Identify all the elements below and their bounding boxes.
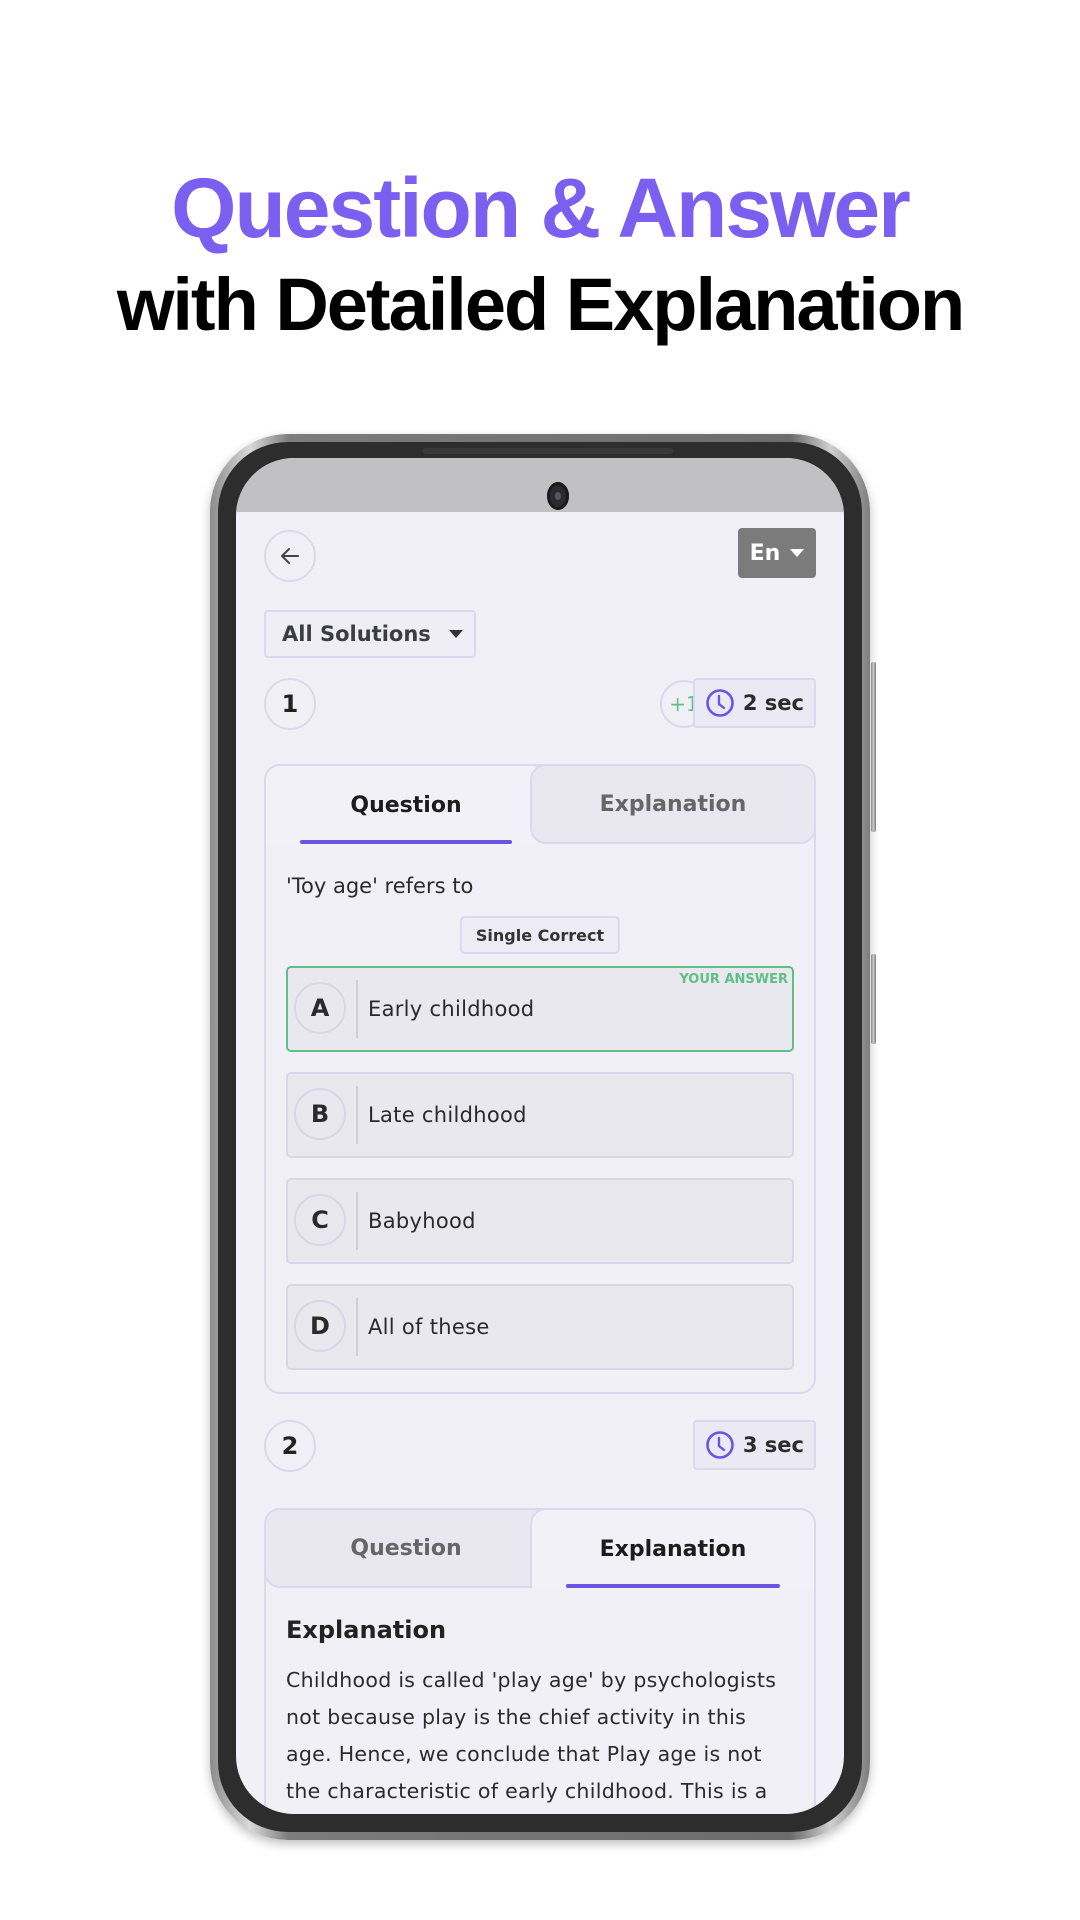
option-divider (356, 1086, 358, 1144)
option-text: Late childhood (368, 1103, 527, 1127)
tab-label: Explanation (599, 1536, 747, 1562)
option-c[interactable]: C Babyhood (286, 1178, 794, 1264)
explanation-text: Childhood is called 'play age' by psycho… (286, 1662, 798, 1810)
filter-label: All Solutions (282, 622, 431, 646)
option-divider (356, 1298, 358, 1356)
tab-question[interactable]: Question (264, 764, 548, 844)
arrow-left-icon (281, 548, 299, 564)
option-letter: D (294, 1300, 346, 1352)
explanation-line: not because play is the chief activity i… (286, 1705, 747, 1729)
caret-down-icon (448, 630, 463, 638)
option-divider (356, 980, 358, 1038)
explanation-line: age. Hence, we conclude that Play age is… (286, 1742, 762, 1766)
question-type-badge: Single Correct (459, 916, 621, 954)
tab-label: Question (350, 1535, 462, 1561)
explanation-heading: Explanation (286, 1616, 447, 1644)
active-tab-indicator (300, 840, 512, 844)
status-bar (236, 458, 844, 512)
explanation-line: the characteristic of early childhood. T… (286, 1779, 768, 1803)
front-camera-icon (547, 482, 569, 510)
headline-subtitle: with Detailed Explanation (116, 263, 965, 346)
time-spent-badge: 2 sec (692, 678, 816, 728)
power-button (871, 954, 876, 1044)
phone-bezel: En All Solutions 1 +1 2 sec Question Exp… (218, 442, 862, 1832)
language-label: En (749, 540, 781, 566)
earpiece-speaker (423, 448, 673, 454)
clock-icon (706, 1431, 734, 1459)
time-spent-value: 3 sec (742, 1433, 804, 1457)
clock-icon (706, 689, 734, 717)
option-divider (356, 1192, 358, 1250)
time-spent-value: 2 sec (742, 691, 804, 715)
tab-explanation[interactable]: Explanation (530, 764, 816, 844)
question-text: 'Toy age' refers to (286, 874, 474, 898)
solutions-filter-dropdown[interactable]: All Solutions (264, 610, 476, 658)
option-letter: C (294, 1194, 346, 1246)
option-a[interactable]: A Early childhood YOUR ANSWER (286, 966, 794, 1052)
active-tab-indicator (566, 1584, 780, 1588)
explanation-line: Childhood is called 'play age' by psycho… (286, 1668, 777, 1692)
question-number-badge: 1 (264, 678, 316, 730)
question-number-badge: 2 (264, 1420, 316, 1472)
tab-label: Question (350, 792, 462, 818)
option-text: Early childhood (368, 997, 535, 1021)
option-d[interactable]: D All of these (286, 1284, 794, 1370)
phone-screen: En All Solutions 1 +1 2 sec Question Exp… (236, 458, 844, 1814)
option-text: All of these (368, 1315, 490, 1339)
tab-explanation[interactable]: Explanation (530, 1508, 816, 1588)
option-letter: B (294, 1088, 346, 1140)
volume-button (871, 662, 876, 832)
back-button[interactable] (264, 530, 316, 582)
headline-title: Question & Answer (171, 161, 911, 255)
option-b[interactable]: B Late childhood (286, 1072, 794, 1158)
caret-down-icon (790, 549, 805, 557)
time-spent-badge: 3 sec (692, 1420, 816, 1470)
tab-label: Explanation (599, 791, 747, 817)
explanation-card: Question Explanation Explanation Childho… (264, 1508, 816, 1814)
question-card: Question Explanation 'Toy age' refers to… (264, 764, 816, 1394)
option-text: Babyhood (368, 1209, 476, 1233)
phone-frame: En All Solutions 1 +1 2 sec Question Exp… (210, 434, 876, 1840)
option-letter: A (294, 982, 346, 1034)
your-answer-label: YOUR ANSWER (679, 972, 788, 987)
solutions-screen: En All Solutions 1 +1 2 sec Question Exp… (236, 512, 844, 1814)
tab-question[interactable]: Question (264, 1508, 548, 1588)
language-dropdown[interactable]: En (738, 528, 816, 578)
